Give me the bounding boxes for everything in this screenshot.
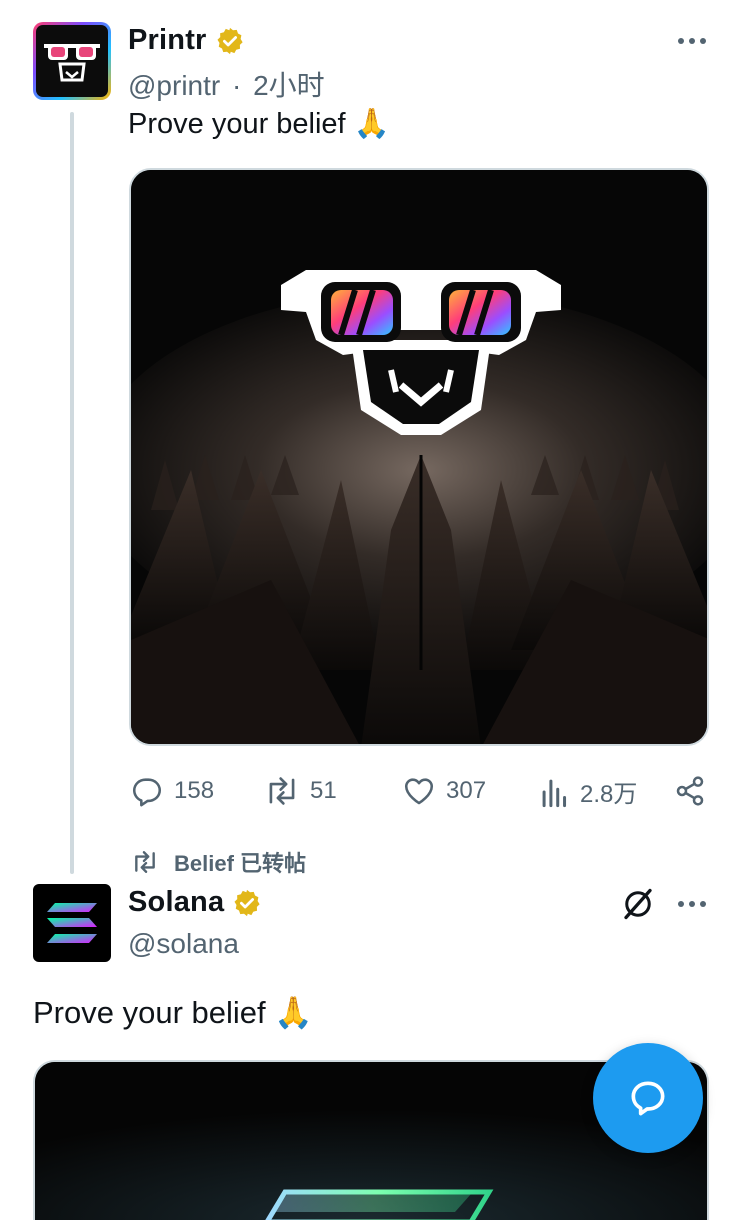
thread-connector-line [70, 112, 74, 874]
solana-logo-icon [47, 903, 97, 943]
verified-badge-icon[interactable] [215, 26, 245, 56]
verified-badge-icon[interactable] [232, 888, 262, 918]
tweet2-handle[interactable]: @solana [128, 928, 239, 960]
like-count: 307 [446, 777, 487, 804]
like-button[interactable]: 307 [402, 774, 486, 808]
more-icon [678, 901, 684, 907]
tweet1-meta: @printr · 2小时 [128, 64, 325, 104]
folded-hands-emoji: 🙏 [353, 108, 390, 140]
meta-separator: · [232, 70, 242, 101]
tweet1-header: Printr [128, 24, 245, 57]
grok-button[interactable] [620, 886, 656, 927]
repost-context[interactable]: Belief 已转帖 [130, 846, 306, 878]
tweet2-more-button[interactable] [678, 901, 706, 907]
panda-logo-icon [44, 44, 100, 82]
praying-hands-panda-artwork [131, 170, 707, 744]
like-icon [404, 778, 434, 805]
views-icon [542, 779, 567, 807]
solana-avatar[interactable] [33, 884, 111, 962]
printr-avatar[interactable] [33, 22, 111, 100]
repost-icon [135, 851, 155, 873]
repost-button[interactable]: 51 [264, 774, 337, 808]
tweet2-text: Prove your belief [33, 995, 266, 1030]
grok-icon [624, 888, 652, 920]
folded-hands-emoji: 🙏 [274, 995, 313, 1030]
repost-icon [269, 777, 295, 805]
tweet2-header: Solana [128, 886, 262, 919]
repost-label: Belief 已转帖 [174, 851, 307, 876]
reply-count: 158 [174, 777, 215, 804]
more-icon [678, 38, 684, 44]
tweet1-text-container: Prove your belief 🙏 [128, 107, 390, 141]
share-icon [676, 776, 704, 806]
tweet1-author-name[interactable]: Printr [128, 24, 207, 57]
tweet1-text: Prove your belief [128, 108, 346, 140]
compose-message-icon [631, 1081, 665, 1116]
tweet2-text-container: Prove your belief 🙏 [33, 994, 313, 1031]
tweet1-timestamp[interactable]: 2小时 [253, 70, 325, 101]
tweet1-more-button[interactable] [678, 38, 706, 44]
views-button[interactable]: 2.8万 [540, 774, 637, 809]
tweet1-handle[interactable]: @printr [128, 70, 220, 101]
reply-button[interactable]: 158 [130, 774, 214, 808]
tweet2-author-name[interactable]: Solana [128, 886, 224, 919]
repost-count: 51 [310, 777, 337, 804]
tweet1-media-image[interactable] [129, 168, 709, 746]
compose-message-button[interactable] [593, 1043, 703, 1153]
reply-icon [132, 778, 162, 807]
share-button[interactable] [674, 774, 706, 813]
views-count: 2.8万 [580, 781, 638, 808]
